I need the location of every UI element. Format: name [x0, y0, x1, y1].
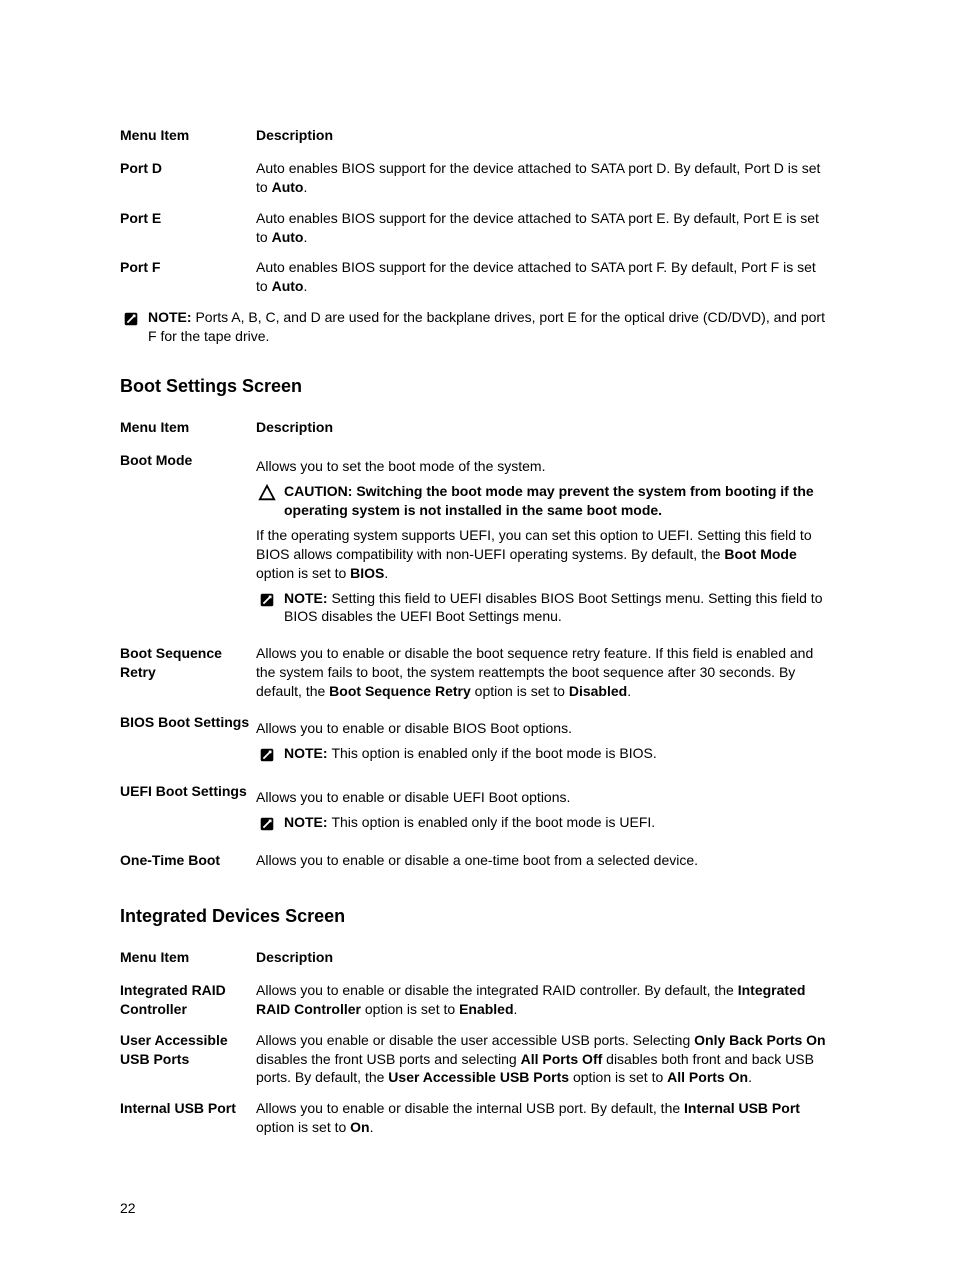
page-number: 22: [120, 1199, 136, 1218]
table-header: Menu Item Description: [120, 942, 834, 975]
row-menu: Boot Sequence Retry: [120, 638, 256, 707]
row-menu: Port F: [120, 252, 256, 302]
top-note-callout: NOTE: Ports A, B, C, and D are used for …: [120, 308, 834, 346]
table-header: Menu Item Description: [120, 412, 834, 445]
table-row: Internal USB Port Allows you to enable o…: [120, 1093, 834, 1143]
top-table: Menu Item Description Port D Auto enable…: [120, 120, 834, 302]
note-body: NOTE: Ports A, B, C, and D are used for …: [148, 308, 834, 346]
boot-settings-heading: Boot Settings Screen: [120, 374, 834, 398]
row-menu: Internal USB Port: [120, 1093, 256, 1143]
row-menu: Boot Mode: [120, 445, 256, 638]
table-row: Port E Auto enables BIOS support for the…: [120, 203, 834, 253]
table-row: Port F Auto enables BIOS support for the…: [120, 252, 834, 302]
table-row: User Accessible USB Ports Allows you ena…: [120, 1025, 834, 1094]
row-desc: Allows you to enable or disable the inte…: [256, 1093, 834, 1143]
note-icon: [256, 813, 278, 833]
note-icon: [120, 308, 142, 328]
caution-callout: CAUTION: Switching the boot mode may pre…: [256, 482, 828, 520]
row-menu: One-Time Boot: [120, 845, 256, 876]
table-row: Port D Auto enables BIOS support for the…: [120, 153, 834, 203]
table-row: Boot Mode Allows you to set the boot mod…: [120, 445, 834, 638]
row-desc: Allows you to enable or disable UEFI Boo…: [256, 776, 834, 845]
table-row: Boot Sequence Retry Allows you to enable…: [120, 638, 834, 707]
table-row: BIOS Boot Settings Allows you to enable …: [120, 707, 834, 776]
note-body: NOTE: This option is enabled only if the…: [284, 813, 828, 832]
row-desc: Allows you to enable or disable a one-ti…: [256, 845, 834, 876]
boot-table: Menu Item Description Boot Mode Allows y…: [120, 412, 834, 875]
note-callout: NOTE: This option is enabled only if the…: [256, 744, 828, 764]
note-body: NOTE: Setting this field to UEFI disable…: [284, 589, 828, 627]
header-menu: Menu Item: [120, 942, 256, 975]
table-row: One-Time Boot Allows you to enable or di…: [120, 845, 834, 876]
row-menu: UEFI Boot Settings: [120, 776, 256, 845]
row-desc: Allows you to enable or disable BIOS Boo…: [256, 707, 834, 776]
table-row: Integrated RAID Controller Allows you to…: [120, 975, 834, 1025]
note-callout: NOTE: Setting this field to UEFI disable…: [256, 589, 828, 627]
row-desc: Allows you enable or disable the user ac…: [256, 1025, 834, 1094]
row-menu: BIOS Boot Settings: [120, 707, 256, 776]
header-desc: Description: [256, 412, 834, 445]
boot-mode-lead: Allows you to set the boot mode of the s…: [256, 457, 828, 476]
row-desc: Allows you to set the boot mode of the s…: [256, 445, 834, 638]
row-menu: Integrated RAID Controller: [120, 975, 256, 1025]
row-menu: User Accessible USB Ports: [120, 1025, 256, 1094]
note-body: NOTE: This option is enabled only if the…: [284, 744, 828, 763]
row-menu: Port D: [120, 153, 256, 203]
caution-icon: [256, 482, 278, 502]
integrated-table: Menu Item Description Integrated RAID Co…: [120, 942, 834, 1143]
integrated-devices-heading: Integrated Devices Screen: [120, 904, 834, 928]
table-header: Menu Item Description: [120, 120, 834, 153]
row-desc: Auto enables BIOS support for the device…: [256, 153, 834, 203]
row-menu: Port E: [120, 203, 256, 253]
bios-boot-lead: Allows you to enable or disable BIOS Boo…: [256, 719, 828, 738]
row-desc: Allows you to enable or disable the boot…: [256, 638, 834, 707]
note-icon: [256, 589, 278, 609]
row-desc: Auto enables BIOS support for the device…: [256, 252, 834, 302]
header-desc: Description: [256, 942, 834, 975]
row-desc: Allows you to enable or disable the inte…: [256, 975, 834, 1025]
table-row: UEFI Boot Settings Allows you to enable …: [120, 776, 834, 845]
header-desc: Description: [256, 120, 834, 153]
uefi-boot-lead: Allows you to enable or disable UEFI Boo…: [256, 788, 828, 807]
note-icon: [256, 744, 278, 764]
note-callout: NOTE: This option is enabled only if the…: [256, 813, 828, 833]
row-desc: Auto enables BIOS support for the device…: [256, 203, 834, 253]
header-menu: Menu Item: [120, 412, 256, 445]
header-menu: Menu Item: [120, 120, 256, 153]
caution-body: CAUTION: Switching the boot mode may pre…: [284, 482, 828, 520]
boot-mode-paragraph: If the operating system supports UEFI, y…: [256, 526, 828, 583]
